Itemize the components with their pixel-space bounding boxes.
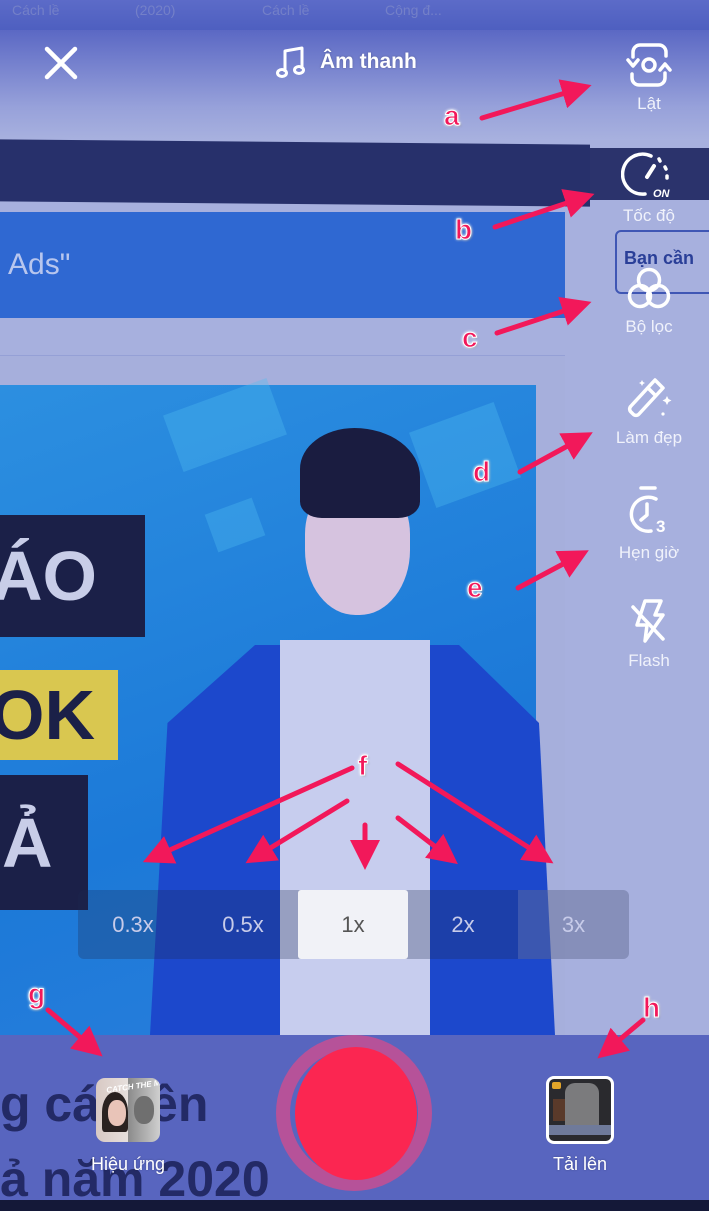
timer-label: Hẹn giờ: [618, 543, 680, 562]
annotation-letter-a: a: [444, 100, 461, 132]
speed-button[interactable]: ON Tốc độ: [600, 150, 698, 226]
zoom-option-0.3x[interactable]: 0.3x: [78, 890, 188, 959]
timer-button[interactable]: 3 Hẹn giờ: [600, 483, 698, 563]
bg-banner-text: Ads": [8, 248, 71, 281]
bg-tab-text: Cộng đ...: [385, 2, 442, 18]
effects-button[interactable]: CATCH THE MOMENT Hiệu ứng: [78, 1078, 178, 1175]
beauty-button[interactable]: Làm đẹp: [600, 372, 698, 448]
annotation-letter-g: g: [27, 978, 46, 1010]
speed-gauge-icon: ON: [621, 152, 671, 200]
flip-label: Lật: [637, 94, 661, 113]
annotation-letter-b: b: [454, 214, 473, 246]
bg-person: [280, 640, 430, 1040]
bg-label-line: Ả: [0, 775, 88, 910]
bg-tab-text: (2020): [135, 2, 176, 18]
close-button[interactable]: [40, 42, 82, 84]
filters-icon: [627, 267, 671, 309]
annotation-letter-h: h: [642, 992, 661, 1024]
annotation-letter-e: e: [467, 572, 484, 604]
filters-label: Bộ lọc: [625, 317, 673, 336]
bg-tab-text: Cách lề: [262, 2, 310, 18]
zoom-option-1x[interactable]: 1x: [298, 890, 408, 959]
magic-wand-icon: [627, 378, 672, 418]
upload-label: Tải lên: [552, 1154, 608, 1174]
bg-browser-tabbar: [0, 0, 709, 30]
flip-camera-button[interactable]: Lật: [600, 40, 698, 114]
record-button[interactable]: [276, 1035, 432, 1191]
effects-thumbnail: CATCH THE MOMENT: [96, 1078, 160, 1142]
bg-bottom: [0, 1200, 709, 1211]
zoom-selector: 0.3x 0.5x 1x 2x 3x: [78, 890, 629, 959]
annotation-letter-d: d: [472, 456, 491, 488]
speed-label: Tốc độ: [623, 206, 675, 225]
close-icon: [44, 46, 78, 80]
beauty-label: Làm đẹp: [615, 428, 683, 447]
zoom-option-3x[interactable]: 3x: [518, 890, 629, 959]
upload-button[interactable]: Tải lên: [530, 1076, 630, 1175]
bg-label-line: ÁO: [0, 515, 145, 637]
flash-off-icon: [631, 599, 665, 643]
flash-label: Flash: [628, 651, 670, 670]
bg-blue-banner: [0, 212, 565, 318]
zoom-option-2x[interactable]: 2x: [408, 890, 518, 959]
zoom-option-0.5x[interactable]: 0.5x: [188, 890, 298, 959]
upload-thumbnail: [546, 1076, 614, 1144]
sound-label: Âm thanh: [320, 50, 417, 73]
timer-badge: 3: [656, 517, 665, 536]
flip-camera-icon: [626, 43, 672, 87]
timer-icon: 3: [629, 486, 665, 536]
bg-label-line: OK: [0, 670, 118, 760]
music-note-icon: [276, 46, 305, 78]
sound-button[interactable]: Âm thanh: [276, 44, 417, 80]
bg-tab-text: Cách lề: [12, 2, 60, 18]
flash-button[interactable]: Flash: [600, 597, 698, 671]
speed-badge: ON: [653, 188, 671, 200]
filters-button[interactable]: Bộ lọc: [600, 265, 698, 337]
record-core: [295, 1047, 417, 1180]
annotation-letter-c: c: [462, 322, 479, 354]
effects-thumb-text: CATCH THE MOMENT: [105, 1078, 160, 1095]
effects-label: Hiệu ứng: [90, 1154, 166, 1174]
annotation-letter-f: f: [357, 750, 368, 782]
bg-dark-bar: [0, 139, 590, 207]
